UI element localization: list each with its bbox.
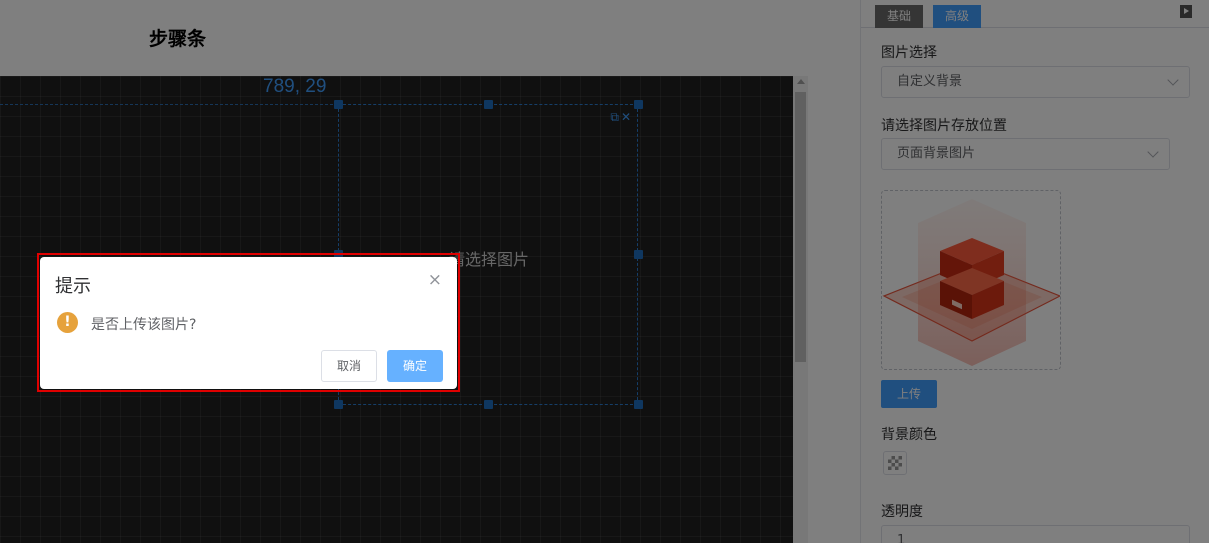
warning-icon: ! bbox=[57, 312, 78, 333]
dialog-title: 提示 bbox=[55, 276, 91, 297]
close-icon[interactable]: × bbox=[428, 272, 442, 289]
confirm-button[interactable]: 确定 bbox=[387, 350, 443, 382]
confirm-dialog: 提示 × ! 是否上传该图片? 取消 确定 bbox=[40, 257, 457, 389]
cancel-button[interactable]: 取消 bbox=[321, 350, 377, 382]
dialog-message: 是否上传该图片? bbox=[91, 317, 197, 333]
